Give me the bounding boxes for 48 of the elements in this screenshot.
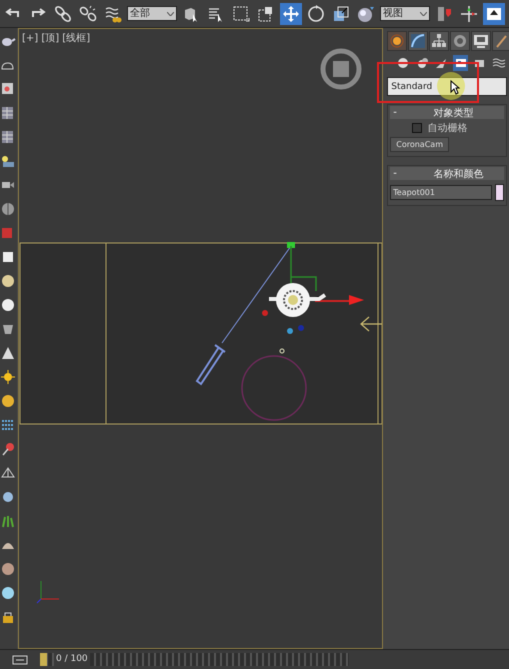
rollout-header[interactable]: - 对象类型 <box>390 106 504 119</box>
dropdown[interactable]: 全部 <box>127 6 177 21</box>
sphere-icon[interactable] <box>0 297 16 313</box>
arrow-icon <box>360 316 382 332</box>
grass-icon[interactable] <box>0 513 16 529</box>
caret-icon <box>167 12 174 16</box>
collapse-toggle[interactable]: - <box>393 107 418 118</box>
point-marker <box>262 310 268 316</box>
cursor-icon <box>450 80 460 95</box>
lamp-icon[interactable] <box>0 153 16 169</box>
time-slider[interactable]: 0 / 100 <box>40 653 349 666</box>
viewport-label[interactable]: [+] [顶] [线框] <box>22 31 90 45</box>
checkbox-label: 自动栅格 <box>427 122 468 135</box>
sun-icon[interactable] <box>0 369 16 385</box>
teapot-drawing[interactable] <box>266 283 327 317</box>
cone-icon[interactable] <box>0 345 16 361</box>
frame-counter: 0 / 100 <box>54 653 90 666</box>
rollout-title: 对象类型 <box>433 106 474 120</box>
color-swatch[interactable] <box>495 184 504 201</box>
move-icon[interactable] <box>280 2 302 24</box>
caret-icon <box>420 12 427 16</box>
track-view-icon[interactable] <box>12 654 28 664</box>
camera-target-line[interactable] <box>221 242 295 344</box>
rollout-header[interactable]: - 名称和颜色 <box>390 167 504 180</box>
target-circle <box>241 355 307 421</box>
rollout-title: 名称和颜色 <box>433 168 484 180</box>
disc-icon[interactable] <box>0 201 16 217</box>
camera-drawing[interactable] <box>196 344 226 386</box>
sphere-icon[interactable] <box>0 585 16 601</box>
viewport[interactable]: [+] [顶] [线框] <box>18 28 384 649</box>
collapse-toggle[interactable]: - <box>393 168 418 179</box>
dropdown[interactable]: 视图 <box>380 6 430 21</box>
category-dropdown[interactable]: Standard <box>387 77 508 96</box>
axis-tripod <box>36 580 60 604</box>
point-marker <box>298 325 304 331</box>
view-cube[interactable] <box>320 48 362 90</box>
rotate-icon[interactable] <box>305 2 327 24</box>
object-button[interactable]: CoronaCam <box>390 137 449 152</box>
move-gizmo[interactable] <box>290 245 364 305</box>
sphere-icon[interactable] <box>0 393 16 409</box>
point-marker <box>286 328 293 334</box>
sphere-icon[interactable] <box>0 273 16 289</box>
pin-icon[interactable] <box>0 441 16 457</box>
target-point <box>279 348 284 354</box>
checkbox[interactable] <box>412 123 422 133</box>
slider-thumb[interactable] <box>40 653 47 666</box>
sphere-icon[interactable] <box>395 55 411 71</box>
name-field[interactable]: Teapot001 <box>390 185 492 200</box>
